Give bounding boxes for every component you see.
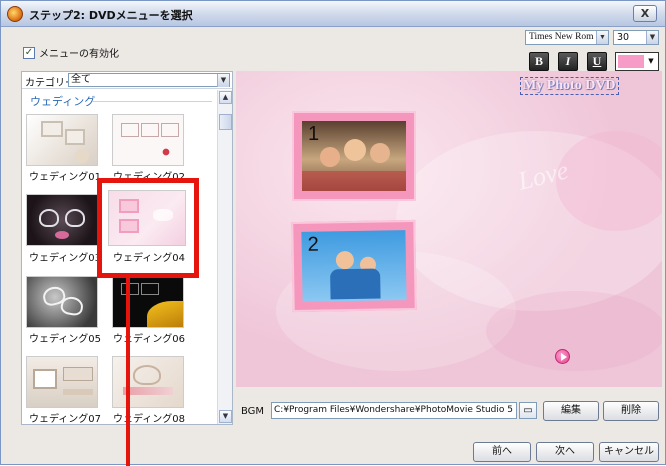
chevron-down-icon[interactable]: ▼ xyxy=(646,31,658,44)
heart-icon xyxy=(59,295,85,317)
title-bar: ステップ2: DVDメニューを選択 X xyxy=(1,1,665,27)
template-label: ウェディング01 xyxy=(28,172,102,183)
frame-icon xyxy=(121,123,139,137)
next-button[interactable]: 次へ xyxy=(536,442,594,462)
template-thumb-wedding07[interactable] xyxy=(26,356,98,408)
bgm-path-field[interactable]: C:¥Program Files¥Wondershare¥PhotoMovie … xyxy=(271,402,517,419)
category-value: 全て xyxy=(71,74,91,85)
template-label: ウェディング08 xyxy=(112,414,186,425)
cancel-button[interactable]: キャンセル xyxy=(599,442,659,462)
group-title: ウェディング xyxy=(30,95,96,108)
flower-icon xyxy=(157,147,175,157)
template-thumb-wedding02[interactable] xyxy=(112,114,184,166)
window-title: ステップ2: DVDメニューを選択 xyxy=(29,9,193,22)
bold-button[interactable]: B xyxy=(529,52,549,71)
frame-icon xyxy=(141,123,159,137)
back-button[interactable]: 前へ xyxy=(473,442,531,462)
template-thumb-wedding01[interactable] xyxy=(26,114,98,166)
decor-bar xyxy=(63,389,93,395)
scroll-down-icon[interactable]: ▼ xyxy=(219,410,232,423)
template-scrollbar[interactable]: ▲ ▼ xyxy=(217,90,232,424)
photo-slot-2[interactable]: 2 xyxy=(291,219,417,313)
dialog-window: ステップ2: DVDメニューを選択 X ✓ メニューの有効化 Times New… xyxy=(0,0,666,466)
ribbon-icon xyxy=(123,387,173,395)
frame-icon xyxy=(63,367,93,381)
chevron-down-icon: ▼ xyxy=(648,57,654,65)
highlight-pointer-line xyxy=(126,278,130,466)
frame-icon xyxy=(121,283,139,295)
menu-preview: My Photo DVD Love 1 2 xyxy=(236,71,662,387)
underline-button[interactable]: U xyxy=(587,52,607,71)
face-icon xyxy=(320,147,340,167)
edit-button[interactable]: 編集 xyxy=(543,401,599,421)
ribbon-icon xyxy=(147,301,183,327)
clothing-band xyxy=(302,171,406,191)
chevron-down-icon[interactable]: ▼ xyxy=(596,31,608,44)
photo-number-1: 1 xyxy=(308,123,320,145)
frame-icon xyxy=(141,283,159,295)
frame-icon xyxy=(161,123,179,137)
menu-enable-label: メニューの有効化 xyxy=(39,49,119,60)
text-color-picker[interactable]: ▼ xyxy=(615,52,659,71)
face-icon xyxy=(370,143,390,163)
italic-button[interactable]: I xyxy=(558,52,578,71)
rose-icon xyxy=(75,149,89,163)
heart-icon xyxy=(65,209,85,227)
menu-enable-checkbox[interactable]: ✓ xyxy=(23,46,35,59)
scroll-up-icon[interactable]: ▲ xyxy=(219,91,232,104)
menu-enable-row[interactable]: ✓ メニューの有効化 xyxy=(23,45,119,60)
group-divider xyxy=(92,101,212,102)
template-label: ウェディング07 xyxy=(28,414,102,425)
heart-icon xyxy=(133,365,161,385)
ribbon-icon xyxy=(55,231,69,239)
scroll-thumb[interactable] xyxy=(219,114,232,130)
clothing-band xyxy=(330,268,381,300)
photo-slot-1[interactable]: 1 xyxy=(292,111,416,201)
font-size-select[interactable]: 30 ▼ xyxy=(613,30,659,45)
menu-title-text[interactable]: My Photo DVD xyxy=(520,77,619,95)
category-row: カテゴリー 全て ▼ xyxy=(22,72,232,89)
template-thumb-wedding08[interactable] xyxy=(112,356,184,408)
color-swatch xyxy=(618,55,644,68)
highlight-box xyxy=(97,178,199,278)
template-label: ウェディング03 xyxy=(28,253,102,264)
frame-icon xyxy=(41,121,63,137)
template-label: ウェディング05 xyxy=(28,334,102,345)
template-label: ウェディング06 xyxy=(112,334,186,345)
bgm-label: BGM xyxy=(241,406,265,417)
face-icon xyxy=(344,139,366,161)
frame-icon xyxy=(33,369,57,389)
face-icon xyxy=(335,251,355,270)
font-size-value: 30 xyxy=(617,32,630,43)
play-icon[interactable] xyxy=(555,349,570,364)
category-select[interactable]: 全て ▼ xyxy=(68,73,230,87)
template-thumb-wedding05[interactable] xyxy=(26,276,98,328)
chevron-down-icon[interactable]: ▼ xyxy=(217,74,229,87)
delete-button[interactable]: 削除 xyxy=(603,401,659,421)
heart-icon xyxy=(39,209,59,227)
frame-icon xyxy=(65,129,85,145)
font-family-value: Times New Rom xyxy=(529,32,594,42)
close-button[interactable]: X xyxy=(633,5,657,22)
template-thumb-wedding06[interactable] xyxy=(112,276,184,328)
font-family-select[interactable]: Times New Rom ▼ xyxy=(525,30,609,45)
photo-number-2: 2 xyxy=(307,233,319,256)
folder-open-icon[interactable]: ▭ xyxy=(519,402,537,419)
app-icon xyxy=(7,6,23,22)
template-thumb-wedding03[interactable] xyxy=(26,194,98,246)
